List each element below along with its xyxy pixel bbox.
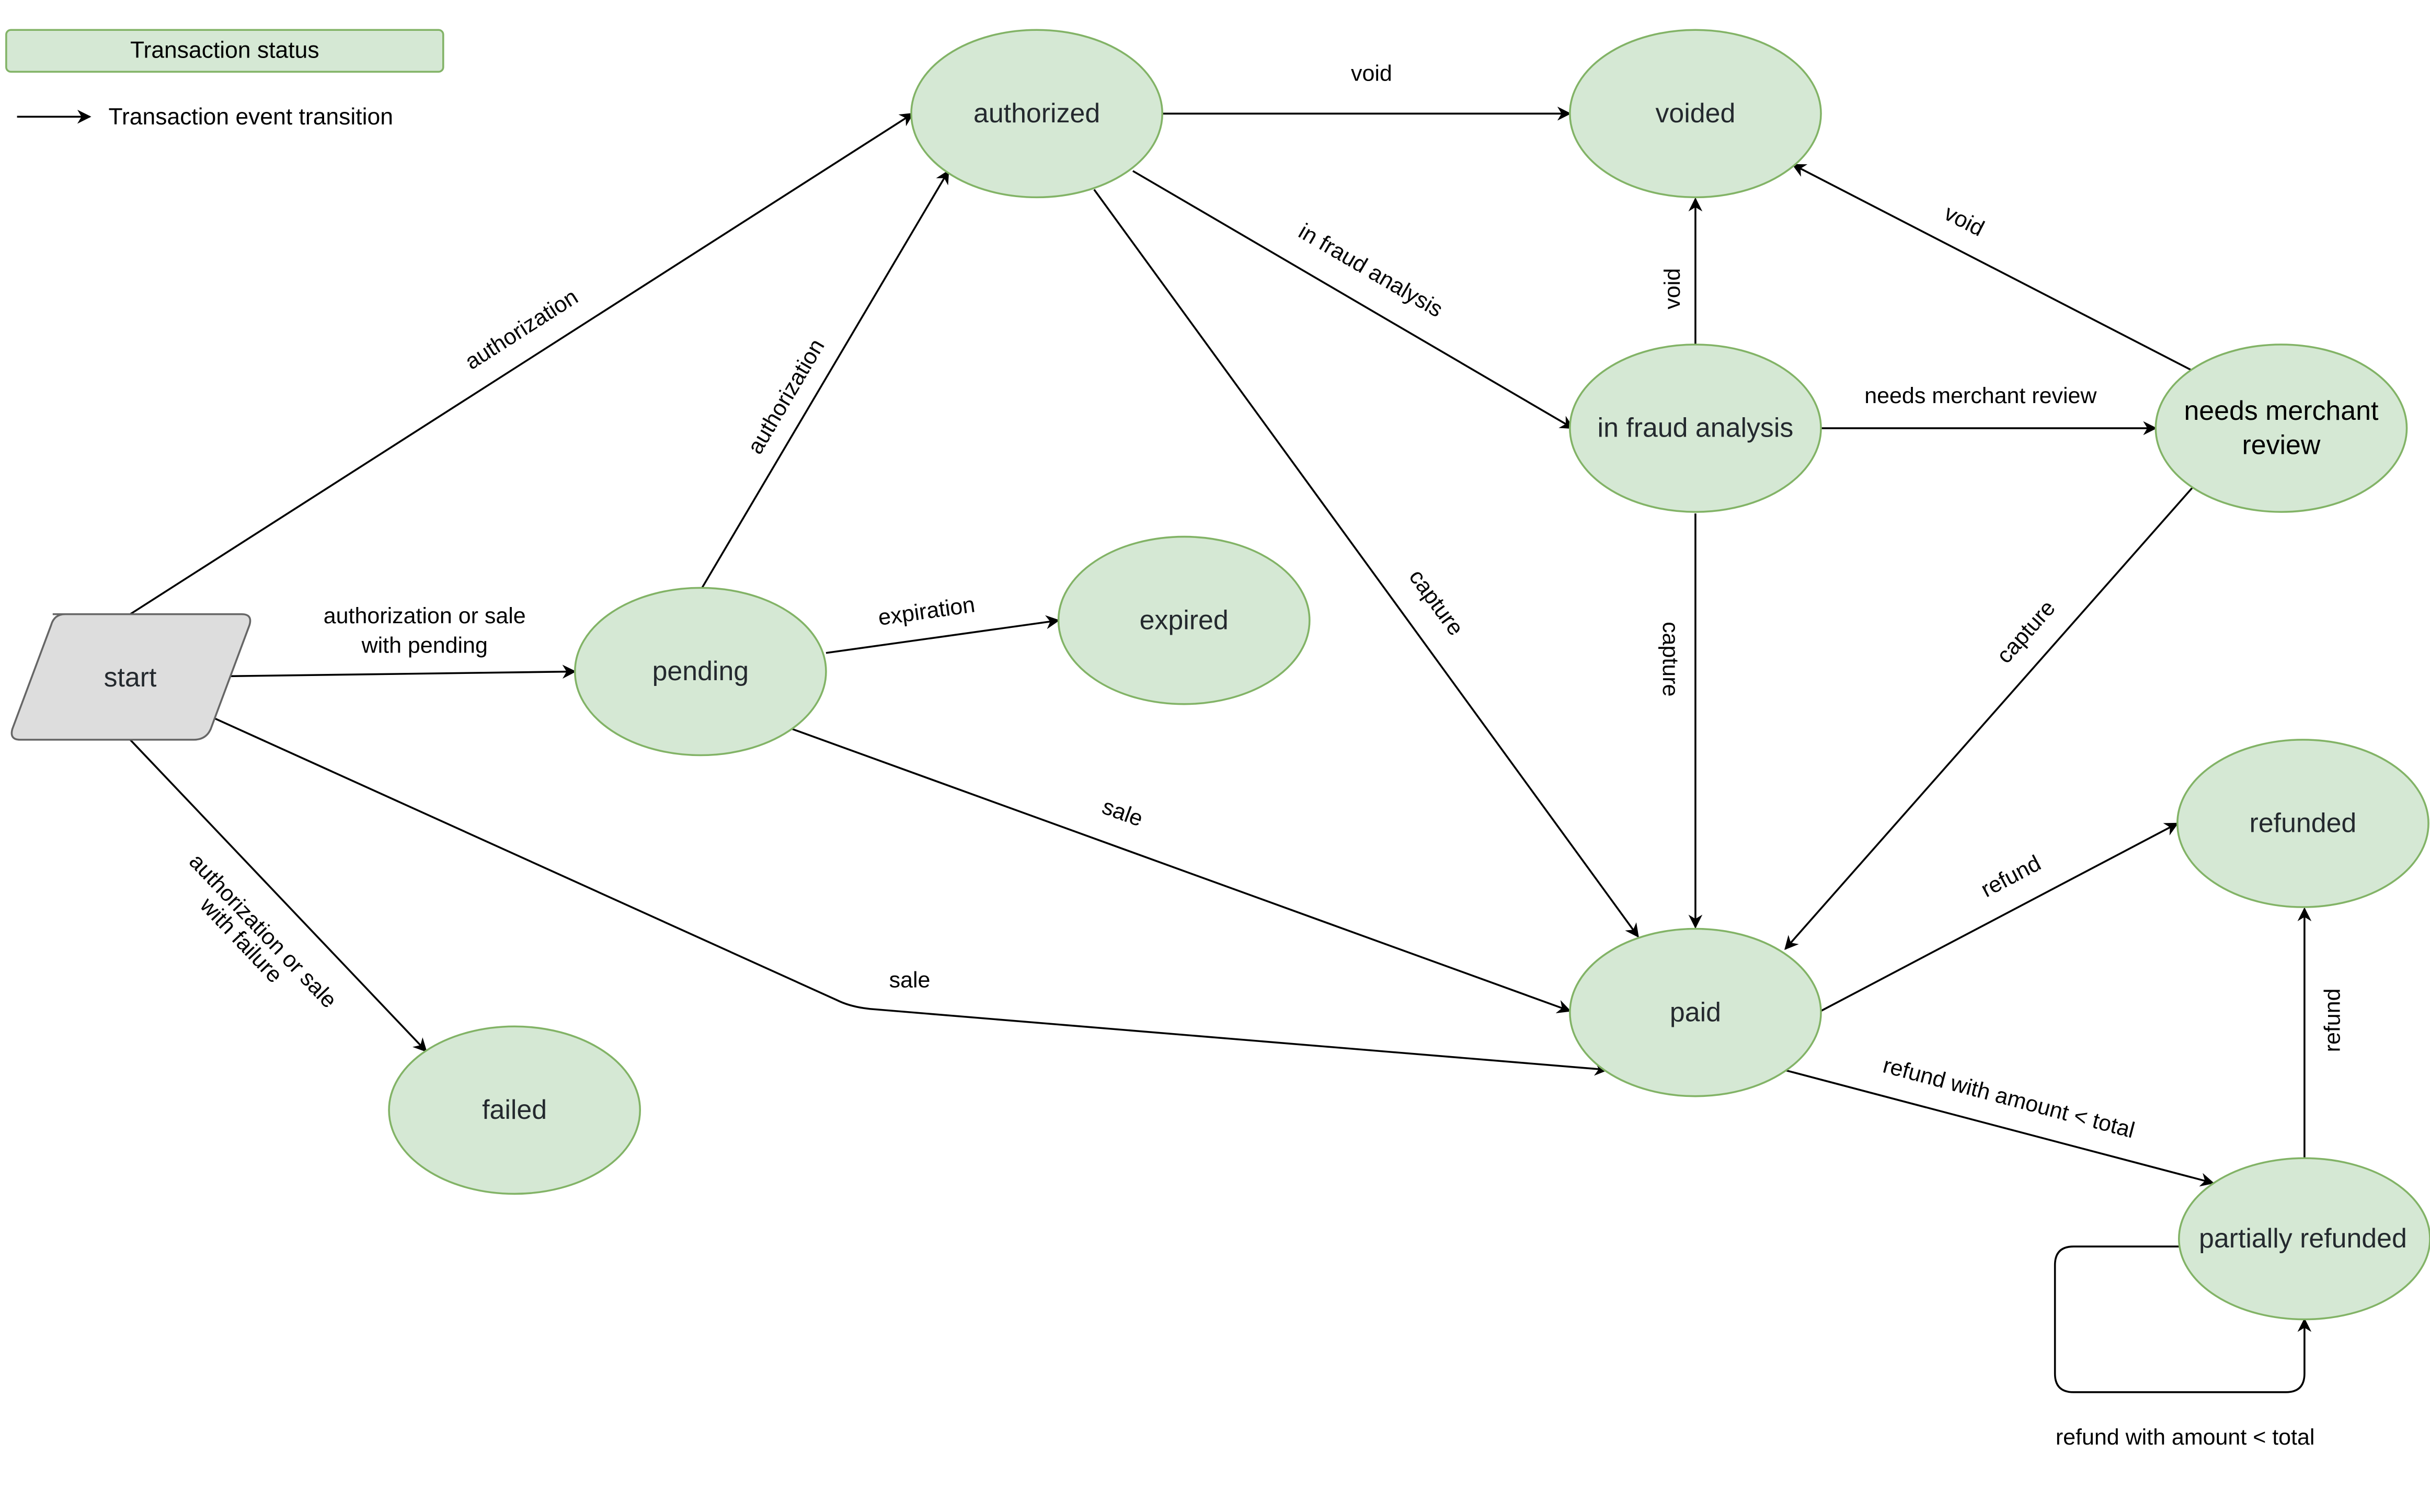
- edge-pending-authorized[interactable]: [701, 169, 949, 589]
- edge-start-failed[interactable]: [129, 739, 428, 1052]
- label-partial-refunded: refund: [2320, 988, 2345, 1052]
- svg-text:authorized: authorized: [973, 98, 1100, 128]
- label-pending-expired: expiration: [877, 592, 977, 630]
- edge-labels: authorization authorization or sale with…: [184, 61, 2345, 1450]
- svg-text:expired: expired: [1140, 604, 1229, 635]
- node-authorized[interactable]: authorized: [910, 29, 1163, 199]
- svg-text:failed: failed: [482, 1094, 547, 1125]
- svg-text:review: review: [2242, 429, 2320, 460]
- transaction-state-diagram: Transaction status Transaction event tra…: [5, 29, 2430, 1450]
- label-paid-refunded: refund: [1977, 851, 2045, 902]
- label-start-pending-2: with pending: [361, 633, 488, 658]
- edge-start-paid[interactable]: [213, 717, 1609, 1076]
- label-review-paid: capture: [1992, 595, 2060, 668]
- label-authorized-fraud: in fraud analysis: [1294, 219, 1447, 322]
- svg-text:voided: voided: [1656, 98, 1736, 128]
- node-pending[interactable]: pending: [574, 587, 827, 757]
- node-start[interactable]: start: [10, 613, 251, 741]
- label-start-paid: sale: [889, 968, 931, 993]
- label-fraud-review: needs merchant review: [1864, 383, 2097, 408]
- node-in-fraud-analysis[interactable]: in fraud analysis: [1569, 343, 1822, 513]
- node-paid[interactable]: paid: [1569, 927, 1822, 1097]
- edge-start-pending[interactable]: [229, 665, 577, 679]
- svg-text:in fraud analysis: in fraud analysis: [1598, 413, 1794, 443]
- svg-text:pending: pending: [652, 656, 749, 686]
- node-partially-refunded[interactable]: partially refunded: [2178, 1157, 2430, 1321]
- edge-paid-refunded[interactable]: [1820, 822, 2179, 1012]
- edges: [129, 106, 2312, 1393]
- node-refunded[interactable]: refunded: [2176, 739, 2429, 908]
- label-fraud-paid: capture: [1658, 622, 1683, 696]
- legend-status-label: Transaction status: [130, 37, 319, 63]
- node-needs-merchant-review[interactable]: needs merchant review: [2154, 343, 2408, 513]
- svg-text:partially refunded: partially refunded: [2199, 1223, 2407, 1253]
- legend-transition-label: Transaction event transition: [109, 104, 393, 130]
- label-partial-self: refund with amount < total: [2056, 1425, 2315, 1450]
- label-pending-authorized: authorization: [742, 335, 829, 458]
- label-start-authorized: authorization: [461, 284, 582, 375]
- node-failed[interactable]: failed: [388, 1025, 641, 1195]
- label-authorized-voided: void: [1351, 61, 1392, 86]
- svg-text:start: start: [104, 662, 157, 692]
- edge-authorized-fraud[interactable]: [1132, 170, 1575, 429]
- label-start-pending-1: authorization or sale: [324, 603, 526, 628]
- edge-review-voided[interactable]: [1792, 164, 2194, 372]
- svg-text:refunded: refunded: [2250, 808, 2357, 838]
- label-fraud-voided: void: [1660, 268, 1685, 310]
- edge-pending-expired[interactable]: [826, 615, 1060, 654]
- label-start-failed-1: authorization or sale: [184, 849, 341, 1013]
- node-expired[interactable]: expired: [1057, 535, 1311, 705]
- label-pending-paid: sale: [1099, 794, 1146, 832]
- svg-text:paid: paid: [1670, 996, 1721, 1027]
- node-voided[interactable]: voided: [1569, 29, 1822, 199]
- svg-text:needs merchant: needs merchant: [2184, 395, 2378, 426]
- label-review-voided: void: [1940, 200, 1988, 242]
- legend: Transaction status Transaction event tra…: [5, 29, 444, 130]
